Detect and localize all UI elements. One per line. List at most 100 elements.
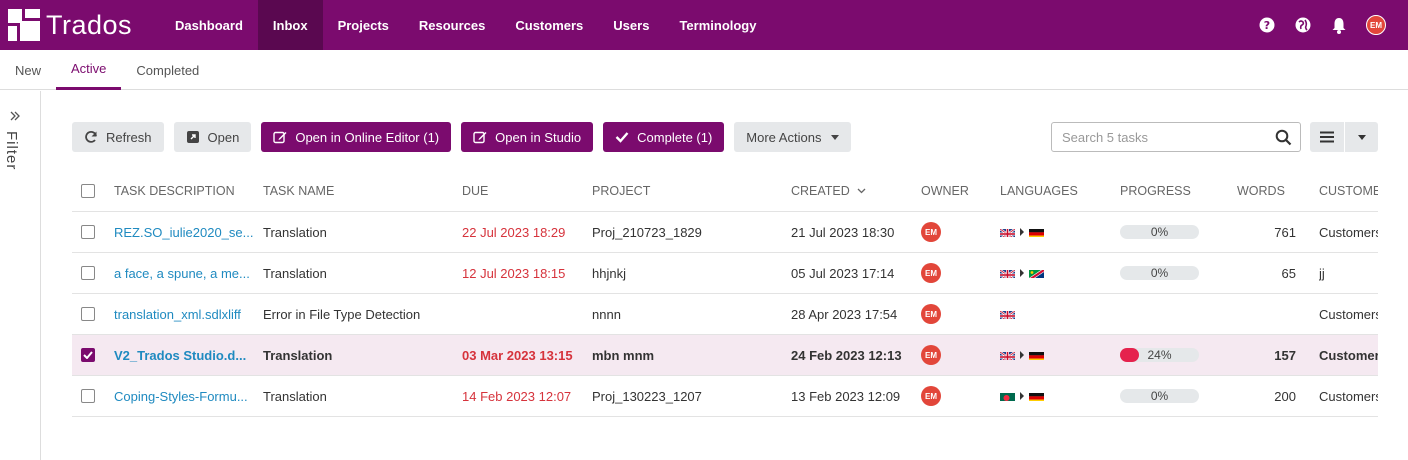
col-owner[interactable]: OWNER (921, 170, 981, 211)
task-description-link[interactable]: a face, a spune, a me... (114, 253, 254, 293)
col-task-name[interactable]: TASK NAME (263, 170, 453, 211)
col-project[interactable]: PROJECT (592, 170, 782, 211)
help-icon[interactable]: ? (1258, 16, 1276, 34)
customer-name: Customers (1319, 224, 1378, 240)
languages-cell (1000, 212, 1110, 252)
main-nav: Dashboard Inbox Projects Resources Custo… (160, 0, 771, 50)
col-created-label: CREATED (791, 183, 850, 198)
open-online-editor-label: Open in Online Editor (1) (295, 129, 440, 145)
col-created[interactable]: CREATED (791, 170, 916, 211)
nav-resources[interactable]: Resources (404, 0, 500, 50)
customer-name: Customers (1319, 347, 1378, 363)
open-in-studio-button[interactable]: Open in Studio (461, 122, 594, 152)
table-row[interactable]: V2_Trados Studio.d... Translation 03 Mar 2… (72, 335, 1378, 376)
svg-text:?: ? (1264, 19, 1270, 32)
row-checkbox[interactable] (81, 225, 95, 239)
progress-bar: 24% (1120, 348, 1199, 362)
open-icon (186, 130, 200, 144)
complete-button[interactable]: Complete (1) (603, 122, 725, 152)
caret-down-icon[interactable] (1344, 122, 1378, 152)
progress-cell: 0% (1120, 376, 1220, 416)
task-description-link[interactable]: REZ.SO_iulie2020_se... (114, 212, 254, 252)
progress-cell: 24% (1120, 335, 1220, 375)
row-checkbox[interactable] (81, 307, 95, 321)
customer-name: jj (1319, 265, 1325, 281)
table-row[interactable]: Coping-Styles-Formu... Translation 14 Feb … (72, 376, 1378, 417)
col-languages[interactable]: LANGUAGES (1000, 170, 1110, 211)
select-all-checkbox[interactable] (81, 183, 95, 198)
target-language-flag-icon (1029, 268, 1044, 278)
row-checkbox[interactable] (81, 348, 95, 362)
created-date: 13 Feb 2023 12:09 (791, 388, 901, 404)
more-actions-dropdown[interactable]: More Actions (734, 122, 852, 152)
nav-inbox[interactable]: Inbox (257, 0, 323, 50)
arrow-right-icon (1020, 351, 1024, 359)
nav-terminology[interactable]: Terminology (664, 0, 771, 50)
table-header: TASK DESCRIPTION TASK NAME DUE PROJECT C… (72, 170, 1378, 212)
search-icon[interactable] (1275, 129, 1292, 151)
task-name: Translation (263, 265, 327, 281)
source-language-flag-icon (1000, 391, 1015, 401)
row-checkbox[interactable] (81, 389, 95, 403)
owner-cell: EM (921, 212, 981, 252)
col-progress[interactable]: PROGRESS (1120, 170, 1220, 211)
select-all-cell (81, 170, 97, 211)
languages-cell (1000, 253, 1110, 293)
col-task-description[interactable]: TASK DESCRIPTION (114, 170, 254, 211)
trados-logo[interactable]: Trados (0, 0, 160, 50)
col-words[interactable]: WORDS (1237, 170, 1297, 211)
task-description-link[interactable]: Coping-Styles-Formu... (114, 376, 254, 416)
nav-projects[interactable]: Projects (323, 0, 404, 50)
refresh-button[interactable]: Refresh (72, 122, 164, 152)
col-customer[interactable]: CUSTOMER (1319, 170, 1378, 211)
owner-avatar: EM (921, 304, 941, 324)
due-date (462, 294, 587, 334)
table-row[interactable]: a face, a spune, a me... Translation 12 Ju… (72, 253, 1378, 294)
progress-cell: 0% (1120, 212, 1220, 252)
sort-chevron-down-icon (857, 188, 866, 194)
task-name: Translation (263, 224, 327, 240)
due-date: 14 Feb 2023 12:07 (462, 388, 572, 404)
list-view-icon[interactable] (1310, 122, 1344, 152)
table-row[interactable]: REZ.SO_iulie2020_se... Translation 22 Jul … (72, 212, 1378, 253)
progress-fill (1120, 348, 1139, 362)
tab-active[interactable]: Active (56, 50, 122, 90)
owner-avatar: EM (921, 345, 941, 365)
more-actions-label: More Actions (746, 129, 822, 145)
owner-cell: EM (921, 294, 981, 334)
top-actions: ? EM (1258, 0, 1386, 50)
col-due[interactable]: DUE (462, 170, 587, 211)
source-language-flag-icon (1000, 350, 1015, 360)
due-date: 12 Jul 2023 18:15 (462, 265, 566, 281)
row-select-cell (81, 294, 97, 334)
filter-panel-toggle[interactable]: Filter (0, 91, 41, 460)
complete-label: Complete (1) (637, 129, 713, 145)
open-in-online-editor-button[interactable]: Open in Online Editor (1) (261, 122, 452, 152)
caret-down-icon (831, 134, 840, 140)
languages-cell (1000, 376, 1110, 416)
globe-icon[interactable] (1294, 16, 1312, 34)
task-description-link[interactable]: V2_Trados Studio.d... (114, 335, 254, 375)
project-name: Proj_130223_1207 (592, 388, 702, 404)
nav-dashboard[interactable]: Dashboard (160, 0, 258, 50)
progress-label: 0% (1150, 266, 1169, 280)
task-toolbar: Refresh Open Open in Online Editor (1) O… (72, 122, 852, 152)
double-chevron-right-icon (9, 109, 21, 125)
task-search (1051, 122, 1301, 152)
open-button[interactable]: Open (173, 122, 252, 152)
created-date: 24 Feb 2023 12:13 (791, 347, 902, 363)
tab-new[interactable]: New (0, 50, 56, 90)
progress-bar: 0% (1120, 266, 1199, 280)
nav-users[interactable]: Users (598, 0, 664, 50)
task-name: Error in File Type Detection (263, 306, 421, 322)
task-description-link[interactable]: translation_xml.sdlxliff (114, 294, 254, 334)
progress-bar: 0% (1120, 225, 1199, 239)
row-checkbox[interactable] (81, 266, 95, 280)
table-row[interactable]: translation_xml.sdlxliff Error in File Ty… (72, 294, 1378, 335)
nav-customers[interactable]: Customers (500, 0, 598, 50)
search-input[interactable] (1062, 129, 1272, 145)
tab-completed[interactable]: Completed (121, 50, 214, 90)
user-avatar[interactable]: EM (1366, 15, 1386, 35)
view-options-button[interactable] (1310, 122, 1378, 152)
notifications-bell-icon[interactable] (1330, 16, 1348, 34)
